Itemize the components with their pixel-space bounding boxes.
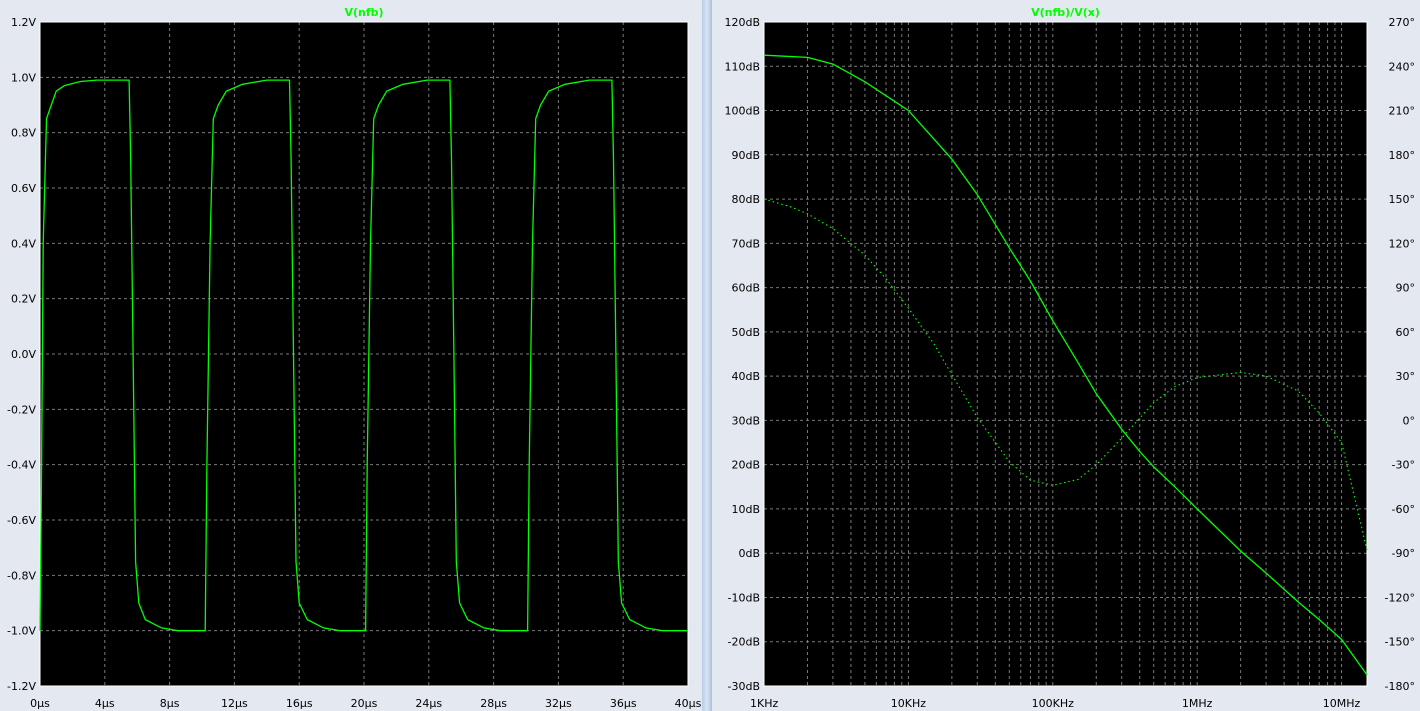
- ac-plot-pane[interactable]: 120dB 110dB 100dB 90dB 80dB 70dB 60dB 50dB 40dB 3…: [712, 0, 1420, 711]
- x-tick-label: 40µs: [675, 697, 702, 710]
- y-tick-label-magnitude: 10dB: [731, 503, 760, 516]
- chart-title[interactable]: V(nfb)/V(x): [1031, 6, 1100, 19]
- y-tick-label-magnitude: 0dB: [738, 547, 760, 560]
- y-tick-label: 1.0V: [11, 71, 36, 84]
- transient-plot[interactable]: 1.2V 1.0V 0.8V 0.6V 0.4V 0.2V 0.0V -0.2V -0.4V -0…: [0, 0, 702, 711]
- y-tick-label-phase: 120°: [1389, 237, 1416, 250]
- y-tick-label-phase: 180°: [1389, 149, 1416, 162]
- y-tick-label: 0.0V: [11, 348, 36, 361]
- x-tick-label: 10MHz: [1323, 697, 1361, 710]
- y-tick-label-magnitude: 60dB: [731, 282, 760, 295]
- x-tick-label: 12µs: [221, 697, 248, 710]
- y-tick-label: -0.2V: [7, 403, 36, 416]
- plot-area[interactable]: [764, 22, 1367, 686]
- y-tick-label-phase: 210°: [1389, 105, 1416, 118]
- x-tick-label: 1MHz: [1182, 697, 1213, 710]
- y-tick-label-magnitude: 70dB: [731, 237, 760, 250]
- y-tick-label-magnitude: 120dB: [724, 16, 760, 29]
- x-tick-label: 1KHz: [750, 697, 778, 710]
- y-tick-label-phase: 150°: [1389, 193, 1416, 206]
- y-tick-label-magnitude: 90dB: [731, 149, 760, 162]
- y-tick-label-magnitude: 110dB: [724, 60, 760, 73]
- y-tick-label: 1.2V: [11, 16, 36, 29]
- chart-title[interactable]: V(nfb): [344, 6, 383, 19]
- y-tick-label-phase: -120°: [1385, 591, 1415, 604]
- y-tick-label-phase: -30°: [1392, 459, 1415, 472]
- x-tick-label: 8µs: [160, 697, 180, 710]
- y-tick-label-magnitude: -10dB: [728, 591, 761, 604]
- x-tick-label: 16µs: [286, 697, 313, 710]
- y-tick-label-phase: 0°: [1403, 414, 1416, 427]
- y-tick-label-magnitude: 20dB: [731, 459, 760, 472]
- y-tick-label-magnitude: 50dB: [731, 326, 760, 339]
- y-tick-label-phase: 90°: [1396, 282, 1416, 295]
- y-tick-label-magnitude: 40dB: [731, 370, 760, 383]
- y-tick-label: -1.2V: [7, 680, 36, 693]
- y-tick-label-phase: 30°: [1396, 370, 1416, 383]
- y-tick-label-magnitude: -20dB: [728, 636, 761, 649]
- ac-plot[interactable]: 120dB 110dB 100dB 90dB 80dB 70dB 60dB 50dB 40dB 3…: [712, 0, 1420, 711]
- y-tick-label-magnitude: 80dB: [731, 193, 760, 206]
- x-tick-label: 36µs: [610, 697, 637, 710]
- x-tick-label: 28µs: [480, 697, 507, 710]
- y-tick-label-magnitude: -30dB: [728, 680, 761, 693]
- y-tick-label: -0.6V: [7, 514, 36, 527]
- y-tick-label-phase: -60°: [1392, 503, 1415, 516]
- x-tick-label: 10KHz: [891, 697, 926, 710]
- y-tick-label: -0.8V: [7, 569, 36, 582]
- y-tick-label: -0.4V: [7, 459, 36, 472]
- y-tick-label: 0.2V: [11, 293, 36, 306]
- y-tick-label: 0.6V: [11, 182, 36, 195]
- y-tick-label-magnitude: 100dB: [724, 105, 760, 118]
- y-tick-label-phase: 270°: [1389, 16, 1416, 29]
- y-tick-label-phase: 240°: [1389, 60, 1416, 73]
- transient-plot-pane[interactable]: 1.2V 1.0V 0.8V 0.6V 0.4V 0.2V 0.0V -0.2V -0.4V -0…: [0, 0, 702, 711]
- y-tick-label-phase: -90°: [1392, 547, 1415, 560]
- y-tick-label-magnitude: 30dB: [731, 414, 760, 427]
- y-tick-label: 0.8V: [11, 127, 36, 140]
- pane-splitter[interactable]: [702, 0, 712, 711]
- x-tick-label: 24µs: [415, 697, 442, 710]
- x-tick-label: 32µs: [545, 697, 572, 710]
- y-tick-label-phase: -180°: [1385, 680, 1415, 693]
- y-tick-label-phase: 60°: [1396, 326, 1416, 339]
- y-tick-label-phase: -150°: [1385, 636, 1415, 649]
- x-tick-label: 20µs: [351, 697, 378, 710]
- x-tick-label: 100KHz: [1032, 697, 1074, 710]
- y-tick-label: 0.4V: [11, 237, 36, 250]
- x-tick-label: 0µs: [30, 697, 50, 710]
- x-tick-label: 4µs: [95, 697, 115, 710]
- y-tick-label: -1.0V: [7, 625, 36, 638]
